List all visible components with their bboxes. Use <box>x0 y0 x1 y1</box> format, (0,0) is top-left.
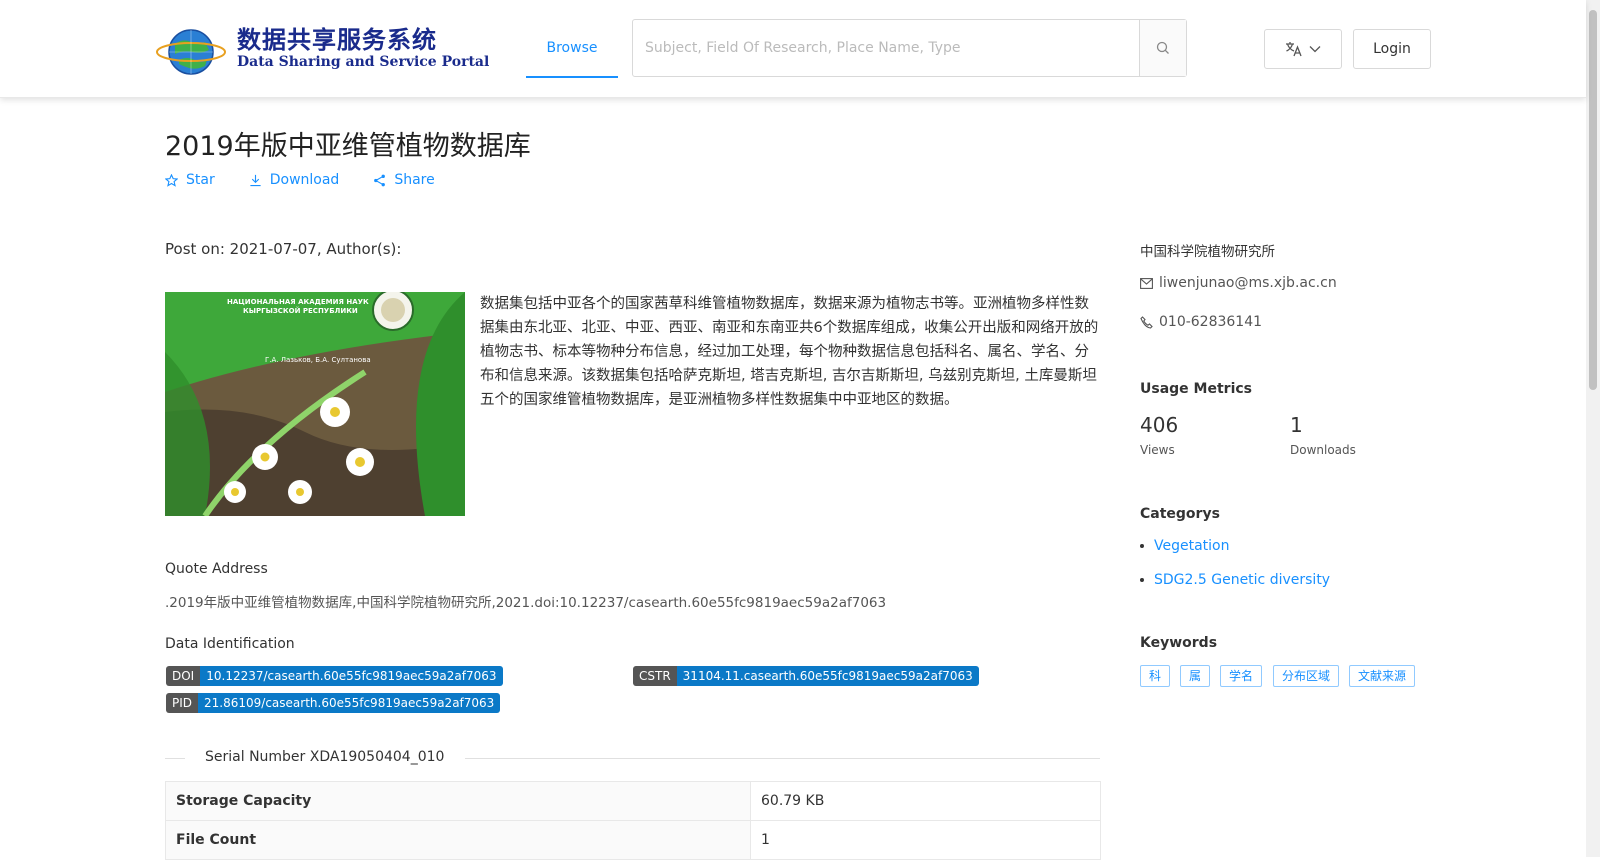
login-button[interactable]: Login <box>1353 29 1431 69</box>
serial-number: Serial Number XDA19050404_010 <box>205 749 445 765</box>
dataset-title: 2019年版中亚维管植物数据库 <box>165 131 531 162</box>
keyword-tag[interactable]: 分布区域 <box>1273 665 1340 687</box>
serial-number-divider: Serial Number XDA19050404_010 <box>165 749 1100 769</box>
table-value: 1 <box>750 820 1101 860</box>
mail-icon <box>1140 277 1153 289</box>
globe-logo-icon <box>156 29 226 75</box>
cover-text-line2: КЫРГЫЗСКОЙ РЕСПУБЛИКИ <box>243 307 358 315</box>
dataset-actions: Star Download Share <box>165 172 435 188</box>
language-switch-button[interactable] <box>1264 29 1342 69</box>
email-text[interactable]: liwenjunao@ms.xjb.ac.cn <box>1159 275 1337 291</box>
table-row: Storage Capacity 60.79 KB <box>165 781 1101 821</box>
logo-chinese-title: 数据共享服务系统 <box>237 26 437 54</box>
category-item[interactable]: SDG2.5 Genetic diversity <box>1140 572 1330 588</box>
keyword-tag[interactable]: 科 <box>1140 665 1171 687</box>
star-label: Star <box>186 172 215 188</box>
downloads-label: Downloads <box>1290 443 1356 457</box>
pid-badge[interactable]: PID 21.86109/casearth.60e55fc9819aec59a2… <box>166 693 501 713</box>
dataset-description: 数据集包括中亚各个的国家茜草科维管植物数据库，数据来源为植物志书等。亚洲植物多样… <box>480 296 1099 408</box>
book-cover-graphic <box>165 292 465 516</box>
views-label: Views <box>1140 443 1175 457</box>
categories-heading: Categorys <box>1140 506 1220 522</box>
download-label: Download <box>269 172 340 188</box>
keyword-tag[interactable]: 学名 <box>1220 665 1263 687</box>
category-label: SDG2.5 Genetic diversity <box>1154 572 1331 588</box>
cover-text-line1: НАЦИОНАЛЬНАЯ АКАДЕМИЯ НАУК <box>227 298 369 306</box>
share-button[interactable]: Share <box>373 172 435 188</box>
translate-icon <box>1286 42 1302 57</box>
doi-badge[interactable]: DOI 10.12237/casearth.60e55fc9819aec59a2… <box>166 666 503 686</box>
pid-badge-value: 21.86109/casearth.60e55fc9819aec59a2af70… <box>198 693 501 713</box>
top-header: 数据共享服务系统 Data Sharing and Service Portal… <box>0 0 1586 98</box>
phone-text: 010-62836141 <box>1159 314 1263 330</box>
category-label: Vegetation <box>1154 538 1230 554</box>
cstr-badge-key: CSTR <box>633 666 677 686</box>
table-row: File Count 1 <box>165 820 1101 860</box>
search-button[interactable] <box>1139 20 1186 76</box>
doi-badge-key: DOI <box>166 666 201 686</box>
table-key: File Count <box>165 820 751 860</box>
logo-english-title: Data Sharing and Service Portal <box>237 54 490 70</box>
downloads-count: 1 <box>1290 413 1303 437</box>
dataset-metadata-table: Storage Capacity 60.79 KB File Count 1 <box>165 781 1101 860</box>
bullet-icon <box>1140 544 1144 548</box>
table-key: Storage Capacity <box>165 781 751 821</box>
usage-metrics-heading: Usage Metrics <box>1140 381 1252 397</box>
search-box <box>632 19 1187 77</box>
doi-badge-value: 10.12237/casearth.60e55fc9819aec59a2af70… <box>200 666 503 686</box>
divider-line-right <box>465 758 1100 759</box>
phone-icon <box>1140 315 1153 329</box>
scrollbar-thumb[interactable] <box>1589 10 1597 390</box>
search-input[interactable] <box>633 20 1157 76</box>
cstr-badge[interactable]: CSTR 31104.11.casearth.60e55fc9819aec59a… <box>633 666 979 686</box>
star-button[interactable]: Star <box>165 172 215 188</box>
post-date-author: Post on: 2021-07-07, Author(s): <box>165 240 402 258</box>
divider-line-left <box>165 758 185 759</box>
page-scrollbar[interactable] <box>1586 0 1600 857</box>
keyword-tag[interactable]: 属 <box>1180 665 1211 687</box>
keyword-tag[interactable]: 文献来源 <box>1349 665 1416 687</box>
keywords-heading: Keywords <box>1140 635 1218 651</box>
dataset-cover-image: НАЦИОНАЛЬНАЯ АКАДЕМИЯ НАУК КЫРГЫЗСКОЙ РЕ… <box>165 292 465 516</box>
contact-email: liwenjunao@ms.xjb.ac.cn <box>1140 275 1337 291</box>
nav-browse-tab[interactable]: Browse <box>526 0 618 78</box>
data-identification-label: Data Identification <box>165 636 295 652</box>
quote-address-text: .2019年版中亚维管植物数据库,中国科学院植物研究所,2021.doi:10.… <box>165 595 887 611</box>
search-icon <box>1156 41 1169 54</box>
bullet-icon <box>1140 578 1144 582</box>
pid-badge-key: PID <box>166 693 199 713</box>
download-button[interactable]: Download <box>249 172 340 188</box>
share-label: Share <box>394 172 435 188</box>
views-count: 406 <box>1140 413 1179 437</box>
chevron-down-icon <box>1309 46 1321 53</box>
download-icon <box>250 174 261 186</box>
share-icon <box>374 174 386 186</box>
cstr-badge-value: 31104.11.casearth.60e55fc9819aec59a2af70… <box>676 666 979 686</box>
category-item[interactable]: Vegetation <box>1140 538 1230 554</box>
quote-address-label: Quote Address <box>165 561 268 577</box>
organization-name: 中国科学院植物研究所 <box>1140 244 1275 260</box>
star-icon <box>165 173 178 187</box>
cover-authors: Г.А. Лазьков, Б.А. Султанова <box>265 356 371 364</box>
contact-phone: 010-62836141 <box>1140 314 1262 330</box>
table-value: 60.79 KB <box>750 781 1101 821</box>
portal-logo[interactable]: 数据共享服务系统 Data Sharing and Service Portal <box>153 18 489 80</box>
